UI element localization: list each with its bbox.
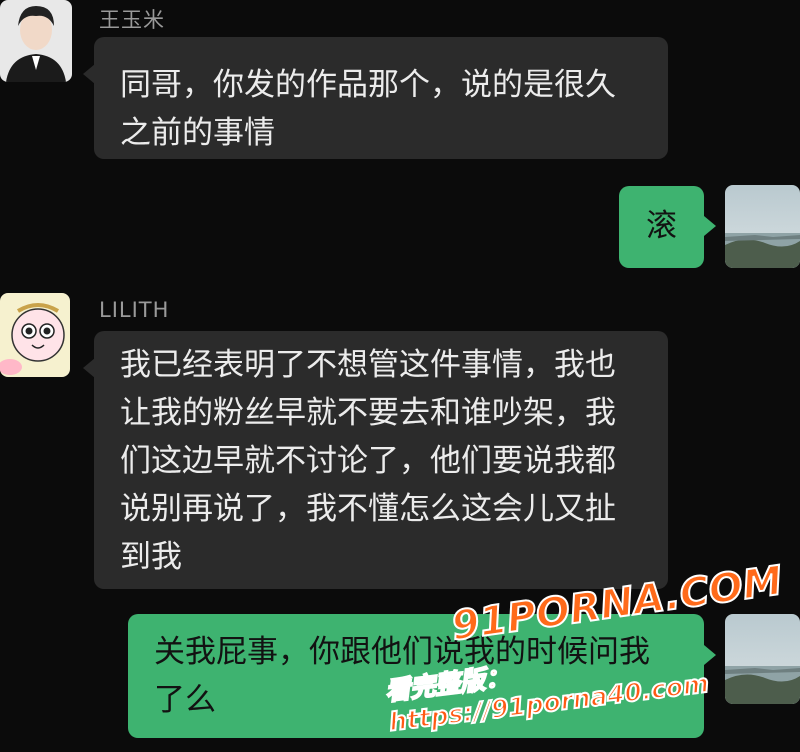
sender-name: 王玉米 <box>99 8 165 32</box>
avatar-lilith[interactable] <box>0 293 70 377</box>
message-text: 同哥，你发的作品那个，说的是很久 之前的事情 <box>120 67 616 151</box>
cartoon-character-icon <box>0 293 70 377</box>
message-bubble[interactable]: 滚 <box>619 186 704 268</box>
message-bubble[interactable]: 我已经表明了不想管这件事情，我也 让我的粉丝早就不要去和谁吵架，我 们这边早就不… <box>94 331 668 589</box>
message-bubble[interactable]: 同哥，你发的作品那个，说的是很久 之前的事情 <box>94 37 668 159</box>
avatar-wang-yumi[interactable] <box>0 0 72 82</box>
landscape-photo-icon <box>725 185 800 268</box>
man-portrait-icon <box>0 0 72 82</box>
sender-name: LILITH <box>99 298 170 322</box>
bubble-tail <box>704 216 716 236</box>
message-text: 我已经表明了不想管这件事情，我也 让我的粉丝早就不要去和谁吵架，我 们这边早就不… <box>120 347 616 575</box>
avatar-self[interactable] <box>725 185 800 268</box>
message-text: 滚 <box>646 208 677 244</box>
